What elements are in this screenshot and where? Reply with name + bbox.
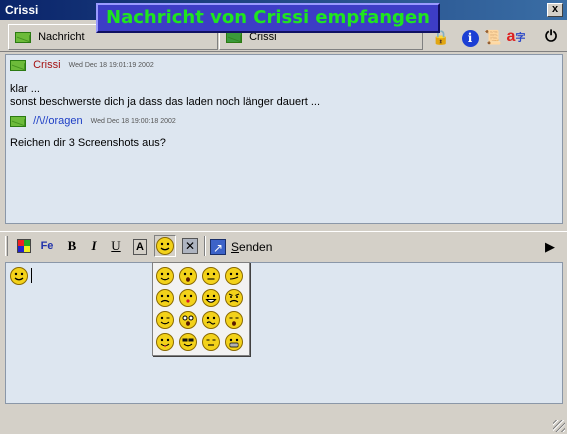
expand-arrow-icon[interactable]: ▶ [540,237,560,257]
message-timestamp: Wed Dec 18 19:01:19 2002 [68,61,154,69]
font-size-button[interactable]: A [130,236,150,256]
notification-banner[interactable]: Nachricht von Crissi empfangen [96,3,440,33]
sender-name[interactable]: //\//oragen [33,115,83,127]
message-input[interactable] [5,262,563,404]
font-icon[interactable]: Fe [37,236,57,256]
contact-icon [226,31,242,43]
angry-smiley-icon[interactable] [224,288,244,308]
envelope-icon [10,115,26,127]
smiley-popup [152,262,250,356]
surprised-smiley-icon[interactable] [178,266,198,286]
status-bar [0,412,567,434]
big-grin-smiley-icon[interactable] [224,332,244,352]
envelope-icon [10,59,26,71]
close-window-button[interactable]: x [547,3,563,17]
smiley-button[interactable] [154,235,176,257]
resize-grip[interactable] [553,420,565,432]
toolbar-grip[interactable] [5,236,8,256]
message-header: //\//oragen Wed Dec 18 19:00:18 2002 [10,115,176,127]
wink-smiley-icon[interactable] [155,310,175,330]
smiley-grid [155,266,247,354]
message-line: Reichen dir 3 Screenshots aus? [10,137,166,149]
toolbar-separator [204,236,206,256]
inserted-smiley-icon [10,267,28,285]
neutral-smiley-icon[interactable] [201,266,221,286]
translate-icon[interactable]: a字 [505,26,527,48]
tab-message-label: Nachricht [38,31,85,44]
format-toolbar: Fe B I U A ✕ Senden ▶ [0,231,567,259]
underline-button[interactable]: U [106,236,126,256]
confused-smiley-icon[interactable] [201,310,221,330]
smirk-smiley-icon[interactable] [224,266,244,286]
message-timestamp: Wed Dec 18 19:00:18 2002 [90,117,176,125]
tongue-smiley-icon[interactable] [155,332,175,352]
send-label-rest: enden [239,239,273,254]
yawn-smiley-icon[interactable] [224,310,244,330]
color-picker-icon[interactable] [14,236,34,256]
sad-smiley-icon[interactable] [155,288,175,308]
bold-button[interactable]: B [62,236,82,256]
message-line: klar ... [10,83,40,95]
info-icon[interactable]: i [459,26,481,48]
sleepy-smiley-icon[interactable] [201,332,221,352]
clear-button[interactable]: ✕ [180,236,200,256]
envelope-icon [15,31,31,43]
message-line: sonst beschwerste dich ja dass das laden… [10,96,321,108]
clear-icon: ✕ [182,238,198,254]
kiss-smiley-icon[interactable] [178,288,198,308]
shocked-smiley-icon[interactable] [178,310,198,330]
text-caret [31,268,32,283]
scroll-icon[interactable]: 📜 [482,26,504,48]
sender-name[interactable]: Crissi [33,59,61,71]
message-header: Crissi Wed Dec 18 19:01:19 2002 [10,59,154,71]
power-icon[interactable]: ⏻ [540,26,562,48]
message-history[interactable]: Crissi Wed Dec 18 19:01:19 2002 klar ...… [5,54,563,224]
send-icon [210,237,226,259]
grin-smiley-icon[interactable] [201,288,221,308]
window-title: Crissi [5,3,39,17]
send-button[interactable]: Senden [210,235,273,259]
smiley-icon [156,237,174,255]
send-label-accel: S [231,239,240,254]
cool-smiley-icon[interactable] [178,332,198,352]
smile-smiley-icon[interactable] [155,266,175,286]
italic-button[interactable]: I [84,236,104,256]
